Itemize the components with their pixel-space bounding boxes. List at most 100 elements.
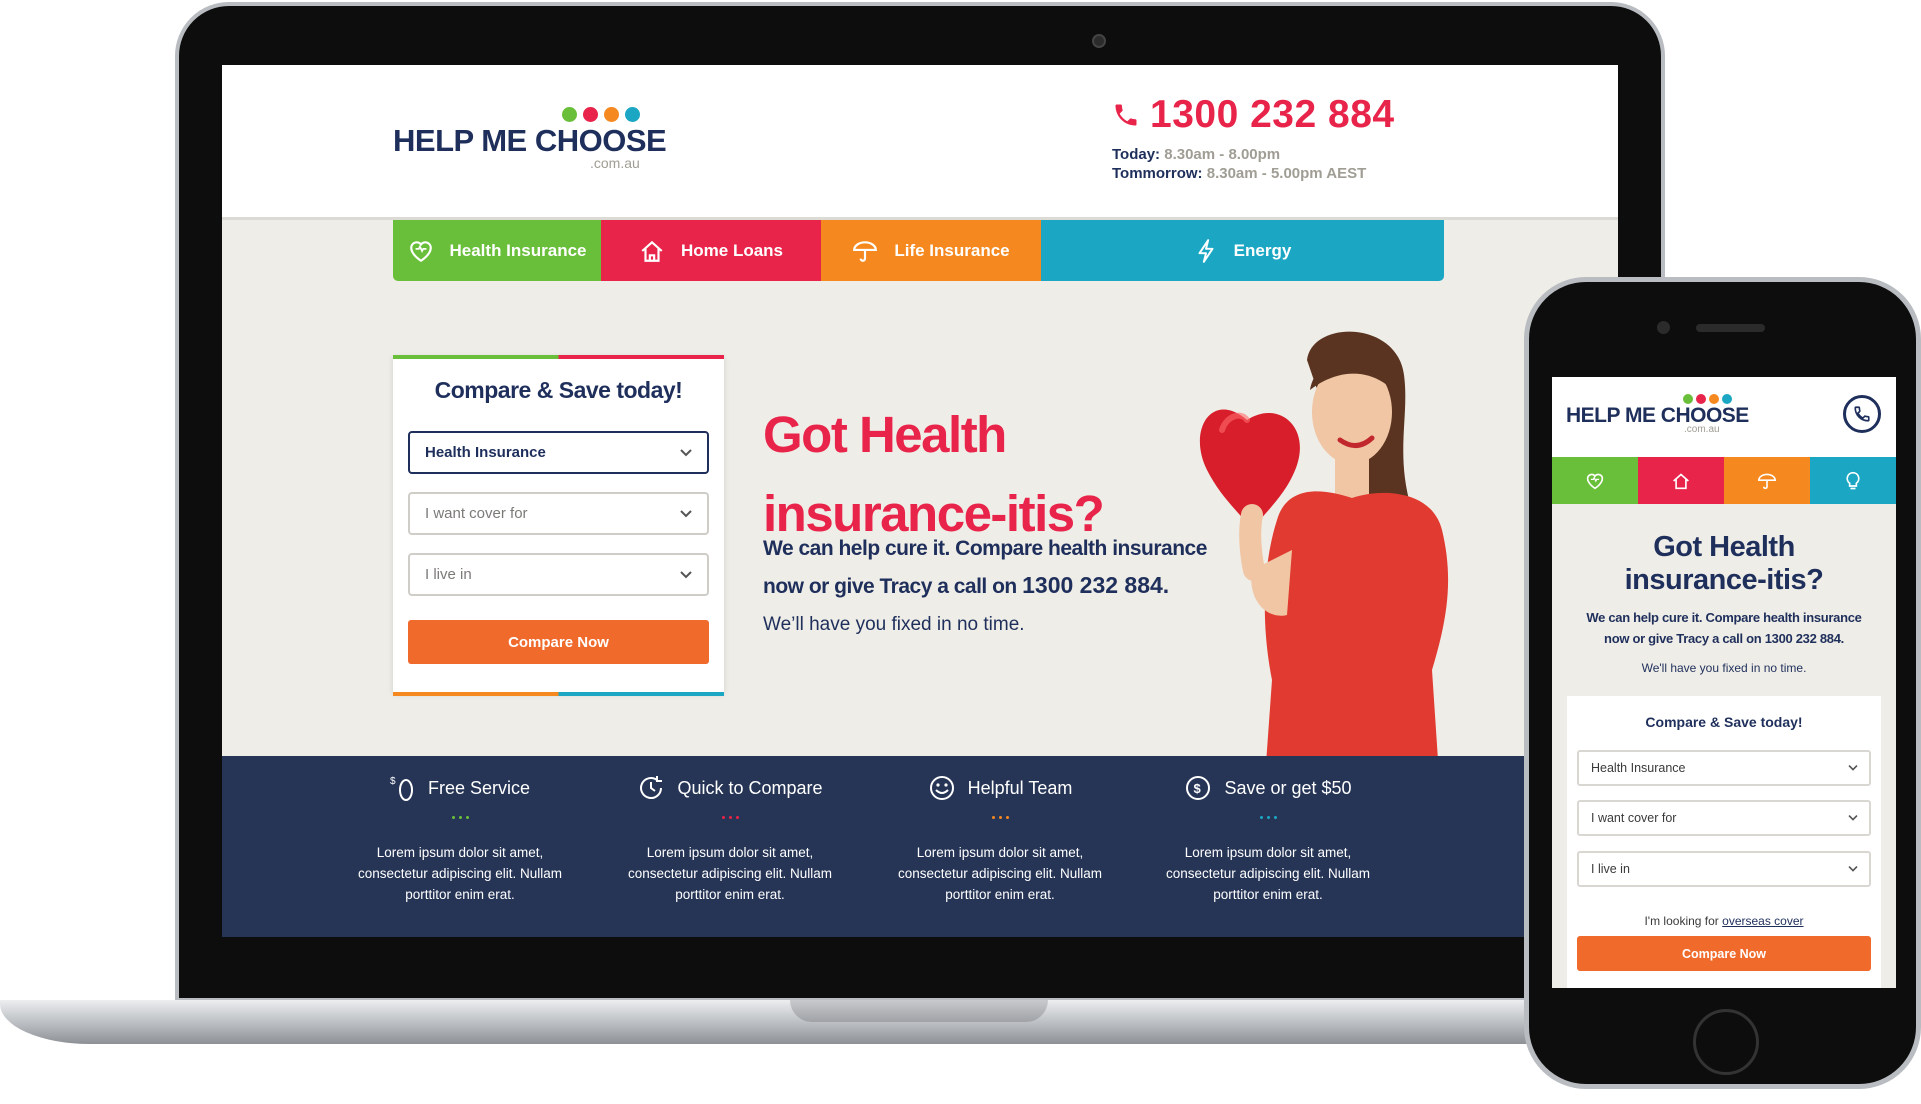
location-placeholder: I live in <box>425 566 472 583</box>
form-title: Compare & Save today! <box>434 377 683 403</box>
form-bottom-accent <box>393 692 724 696</box>
logo-dot-green <box>562 107 577 122</box>
mobile-note: We'll have you fixed in no time. <box>1641 661 1807 675</box>
mobile-logo[interactable]: HELP ME CHOOSE .com.au <box>1566 394 1749 439</box>
feature-text: Lorem ipsum dolor sit amet, consectetur … <box>357 845 563 902</box>
mobile-nav <box>1552 457 1896 504</box>
nav-health-insurance[interactable]: Health Insurance <box>393 220 601 281</box>
mobile-compare-form: Compare & Save today! Health Insurance I… <box>1567 696 1881 988</box>
hero-sub-line2: now or give Tracy a call on <box>763 575 1017 598</box>
feature-text: Lorem ipsum dolor sit amet, consectetur … <box>1165 845 1371 902</box>
mobile-subtext: We can help cure it. Compare health insu… <box>1552 607 1896 649</box>
mobile-headline-line1: Got Health <box>1653 531 1795 563</box>
nav-energy[interactable]: Energy <box>1041 220 1444 281</box>
clock-refresh-icon <box>640 776 663 799</box>
svg-text:$: $ <box>1194 781 1202 796</box>
feature-helpful-team: Helpful Team Lorem ipsum dolor sit amet,… <box>880 756 1120 937</box>
feature-dots <box>610 816 850 819</box>
mobile-location-select[interactable]: I live in <box>1577 851 1871 887</box>
chevron-down-icon <box>1848 765 1858 771</box>
logo-wordmark: HELP ME CHOOSE <box>393 123 667 158</box>
feature-title: Free Service <box>427 777 531 798</box>
logo[interactable]: HELP ME CHOOSE .com.au <box>393 107 667 177</box>
logo-dot-red <box>583 107 598 122</box>
hero-woman-image <box>1199 331 1449 820</box>
mobile-screen: HELP ME CHOOSE .com.au Got Health insura… <box>1552 377 1896 988</box>
mobile-cover-for-select[interactable]: I want cover for <box>1577 800 1871 836</box>
main-nav: Health Insurance Home Loans Life Insuran… <box>393 220 1444 281</box>
hero-headline-line1: Got Health <box>763 406 1007 463</box>
mobile-sub-line2: now or give Tracy a call on 1300 232 884… <box>1604 631 1844 646</box>
mobile-nav-life-insurance[interactable] <box>1724 457 1810 504</box>
nav-home-loans[interactable]: Home Loans <box>601 220 821 281</box>
nav-label: Home Loans <box>680 240 784 260</box>
feature-title: Quick to Compare <box>677 777 823 798</box>
overseas-cover-note: I'm looking for overseas cover <box>1567 914 1881 928</box>
logo-dots <box>562 107 640 122</box>
opening-hours: Today: 8.30am - 8.00pm Tommorrow: 8.30am… <box>1112 145 1366 183</box>
mobile-nav-health[interactable] <box>1552 457 1638 504</box>
insurance-type-select[interactable]: Health Insurance <box>408 431 709 474</box>
feature-dots <box>1148 816 1388 819</box>
hero-note: We’ll have you fixed in no time. <box>763 614 1025 635</box>
mobile-header: HELP ME CHOOSE .com.au <box>1552 377 1896 457</box>
header-phone-number: 1300 232 884 <box>1150 93 1395 136</box>
chevron-down-icon <box>680 570 692 578</box>
phone-home-button <box>1693 1009 1759 1075</box>
feature-dots <box>340 816 580 819</box>
nav-label: Health Insurance <box>449 240 587 260</box>
chevron-down-icon <box>680 509 692 517</box>
features-band: $ Free Service Lorem ipsum dolor sit ame… <box>222 756 1618 937</box>
dollar-zero-icon: $ <box>390 776 413 801</box>
compare-now-button[interactable]: Compare Now <box>408 620 709 664</box>
feature-quick-compare: Quick to Compare Lorem ipsum dolor sit a… <box>610 756 850 937</box>
phone-frame: HELP ME CHOOSE .com.au Got Health insura… <box>1524 277 1921 1089</box>
mobile-nav-home-loans[interactable] <box>1638 457 1724 504</box>
tomorrow-label: Tommorrow: <box>1112 165 1203 182</box>
hero-headline: Got Health insurance-itis? <box>763 395 1105 553</box>
nav-label: Energy <box>1233 240 1292 260</box>
logo-domain: .com.au <box>590 155 640 171</box>
cover-for-placeholder: I want cover for <box>425 505 528 522</box>
umbrella-icon <box>1757 473 1777 489</box>
chevron-down-icon <box>1848 866 1858 872</box>
logo-dot-teal <box>625 107 640 122</box>
feature-text: Lorem ipsum dolor sit amet, consectetur … <box>627 845 833 902</box>
mobile-insurance-type-select[interactable]: Health Insurance <box>1577 750 1871 786</box>
desktop-screen: HELP ME CHOOSE .com.au 1300 232 884 Toda… <box>222 65 1618 937</box>
mobile-call-button[interactable] <box>1843 395 1881 433</box>
today-label: Today: <box>1112 146 1161 163</box>
chevron-down-icon <box>680 448 692 456</box>
hero-phone[interactable]: 1300 232 884. <box>1022 572 1169 598</box>
mobile-nav-energy[interactable] <box>1810 457 1896 504</box>
logo-dots <box>1683 394 1732 404</box>
logo-dot-teal <box>1722 394 1732 404</box>
mobile-insurance-type-value: Health Insurance <box>1591 761 1686 775</box>
feature-dots <box>880 816 1120 819</box>
logo-dot-orange <box>1709 394 1719 404</box>
nav-life-insurance[interactable]: Life Insurance <box>821 220 1041 281</box>
logo-dot-red <box>1696 394 1706 404</box>
tomorrow-hours: 8.30am - 5.00pm AEST <box>1206 165 1367 182</box>
feature-text: Lorem ipsum dolor sit amet, consectetur … <box>897 845 1103 902</box>
smiley-icon <box>929 776 954 800</box>
mobile-cover-for-placeholder: I want cover for <box>1591 811 1677 825</box>
phone-icon <box>1854 406 1870 422</box>
feature-free-service: $ Free Service Lorem ipsum dolor sit ame… <box>340 756 580 937</box>
mobile-location-placeholder: I live in <box>1591 862 1630 876</box>
heart-icon <box>1586 473 1604 489</box>
today-hours: 8.30am - 8.00pm <box>1164 146 1281 163</box>
hero-sub-line1: We can help cure it. Compare health insu… <box>763 537 1207 560</box>
location-select[interactable]: I live in <box>408 553 709 596</box>
mobile-headline-line2: insurance-itis? <box>1624 564 1824 596</box>
insurance-type-value: Health Insurance <box>425 444 546 461</box>
logo-wordmark: HELP ME CHOOSE <box>1566 404 1749 427</box>
cover-for-select[interactable]: I want cover for <box>408 492 709 535</box>
header-phone[interactable]: 1300 232 884 <box>1112 93 1395 137</box>
svg-text:$: $ <box>390 776 396 787</box>
feature-title: Helpful Team <box>967 777 1073 798</box>
hero-subtext: We can help cure it. Compare health insu… <box>763 531 1233 605</box>
nav-label: Life Insurance <box>894 240 1010 260</box>
overseas-cover-link[interactable]: overseas cover <box>1722 914 1803 928</box>
mobile-compare-now-button[interactable]: Compare Now <box>1577 936 1871 971</box>
